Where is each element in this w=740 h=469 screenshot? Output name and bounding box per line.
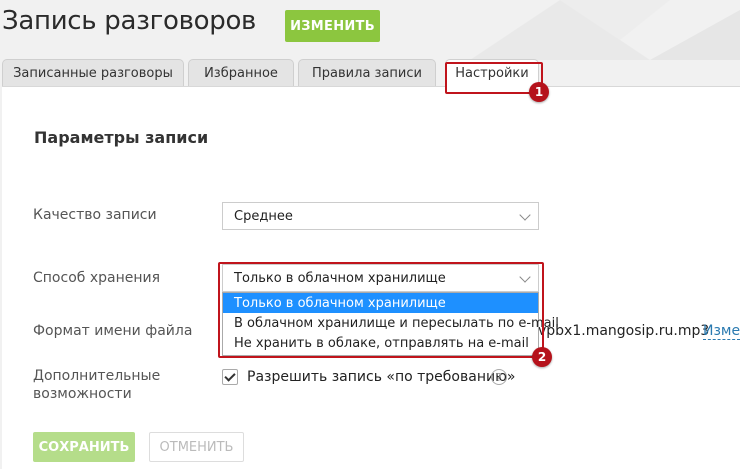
page-title: Запись разговоров — [2, 6, 257, 36]
filename-label: Формат имени файла — [33, 323, 193, 339]
chevron-down-icon — [519, 209, 531, 221]
filename-value: vpbx1.mangosip.ru.mp3 — [538, 323, 710, 339]
annotation-badge-2: 2 — [532, 347, 552, 367]
quality-select[interactable]: Среднее — [222, 202, 539, 230]
annotation-badge-1: 1 — [529, 82, 549, 102]
save-button[interactable]: СОХРАНИТЬ — [33, 432, 135, 462]
section-title: Параметры записи — [34, 128, 209, 147]
change-filename-link[interactable]: Изменить — [703, 323, 740, 340]
edit-button[interactable]: ИЗМЕНИТЬ — [285, 10, 380, 42]
background-pattern — [470, 0, 740, 60]
extras-label: Дополнительные возможности — [33, 367, 160, 403]
quality-select-value: Среднее — [234, 208, 293, 224]
on-demand-recording-label[interactable]: Разрешить запись «по требованию» — [247, 369, 515, 385]
tab-favorites[interactable]: Избранное — [188, 59, 294, 86]
tab-recorded-calls[interactable]: Записанные разговоры — [2, 59, 184, 86]
storage-label: Способ хранения — [33, 270, 161, 286]
extras-label-line1: Дополнительные — [33, 368, 161, 384]
annotation-box-storage — [218, 262, 544, 358]
tab-recording-rules[interactable]: Правила записи — [298, 59, 436, 86]
extras-label-line2: возможности — [33, 386, 132, 402]
cancel-button[interactable]: ОТМЕНИТЬ — [149, 432, 244, 462]
on-demand-recording-checkbox[interactable] — [222, 369, 238, 385]
quality-label: Качество записи — [33, 207, 157, 223]
help-icon[interactable]: ? — [491, 369, 507, 385]
